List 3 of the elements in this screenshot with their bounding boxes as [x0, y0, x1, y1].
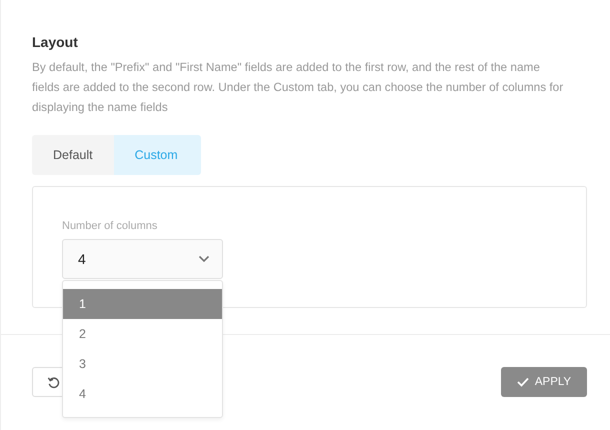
field-label: Number of columns: [62, 219, 158, 233]
section-title: Layout: [32, 33, 79, 51]
section-description: By default, the "Prefix" and "First Name" fields are added to the first row, and the rest of the name fields are added to the second row. Under the Custom tab, you can choose the number of columns for displaying the name fields: [32, 59, 564, 116]
